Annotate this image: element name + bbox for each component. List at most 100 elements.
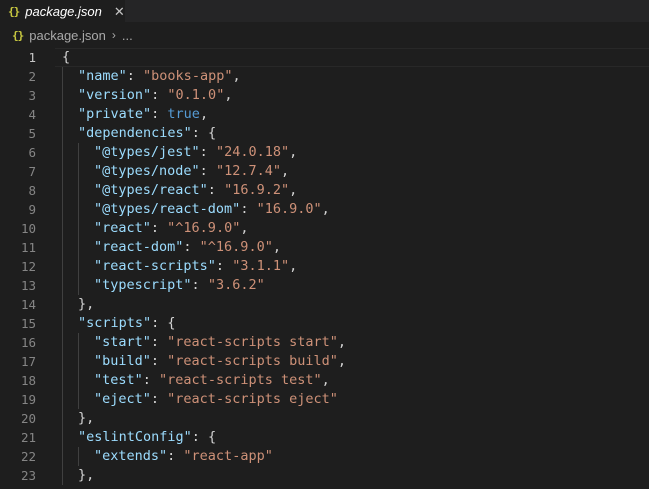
indent-guide — [62, 124, 63, 143]
json-string: "24.0.18" — [215, 144, 290, 160]
json-punctuation: : — [150, 220, 168, 236]
line-number: 7 — [28, 164, 36, 179]
json-string: "react-scripts test" — [159, 372, 322, 388]
code-text: }, — [78, 466, 94, 485]
json-key: "react-scripts" — [94, 258, 216, 274]
json-key: "typescript" — [94, 277, 192, 293]
code-line[interactable]: 11 "react-dom": "^16.9.0", — [0, 238, 649, 257]
json-punctuation: : — [126, 68, 144, 84]
line-number: 10 — [20, 221, 36, 236]
json-key: "test" — [94, 372, 143, 388]
code-line[interactable]: 22 "extends": "react-app" — [0, 447, 649, 466]
code-text: "extends": "react-app" — [94, 447, 273, 466]
json-string: "react-app" — [183, 448, 273, 464]
json-punctuation: : — [151, 87, 168, 103]
code-line[interactable]: 8 "@types/react": "16.9.2", — [0, 181, 649, 200]
indent-guide — [62, 314, 63, 333]
code-text: "@types/node": "12.7.4", — [94, 162, 289, 181]
code-line[interactable]: 20}, — [0, 409, 649, 428]
indent-guide — [78, 447, 79, 466]
code-line[interactable]: 17 "build": "react-scripts build", — [0, 352, 649, 371]
code-line[interactable]: 4 "private": true, — [0, 105, 649, 124]
json-string: "3.1.1" — [232, 258, 290, 274]
json-punctuation: : — [199, 144, 216, 160]
json-punctuation: : — [151, 106, 168, 122]
json-punctuation: , — [337, 353, 346, 369]
code-line[interactable]: 13 "typescript": "3.6.2" — [0, 276, 649, 295]
code-line[interactable]: 3 "version": "0.1.0", — [0, 86, 649, 105]
close-icon[interactable]: ✕ — [114, 5, 125, 18]
code-line[interactable]: 16 "start": "react-scripts start", — [0, 333, 649, 352]
line-number: 13 — [20, 278, 36, 293]
indent-guide — [62, 238, 63, 257]
json-punctuation: , — [240, 220, 249, 236]
code-line[interactable]: 2 "name": "books-app", — [0, 67, 649, 86]
code-line[interactable]: 21 "eslintConfig": { — [0, 428, 649, 447]
indent-guide — [78, 200, 79, 219]
code-text: "react-scripts": "3.1.1", — [94, 257, 297, 276]
json-punctuation: : — [167, 448, 184, 464]
indent-guide — [62, 162, 63, 181]
json-boolean: true — [167, 106, 200, 122]
json-punctuation: : { — [191, 125, 217, 141]
code-line[interactable]: 1{ — [0, 48, 649, 67]
json-key: "private" — [78, 106, 152, 122]
breadcrumb-file[interactable]: package.json — [29, 28, 106, 43]
json-punctuation: , — [199, 106, 209, 122]
json-punctuation: , — [289, 182, 298, 198]
indent-guide — [78, 257, 79, 276]
code-line[interactable]: 9 "@types/react-dom": "16.9.0", — [0, 200, 649, 219]
json-punctuation: , — [337, 334, 346, 350]
line-number: 6 — [28, 145, 36, 160]
line-number: 15 — [20, 316, 36, 331]
code-text: "@types/jest": "24.0.18", — [94, 143, 297, 162]
indent-guide — [62, 276, 63, 295]
indent-guide — [62, 447, 63, 466]
line-number: 4 — [28, 107, 36, 122]
json-string: "react-scripts start" — [167, 334, 338, 350]
tab-bar: {} package.json ✕ — [0, 0, 649, 22]
code-line[interactable]: 5 "dependencies": { — [0, 124, 649, 143]
json-punctuation: : { — [151, 315, 176, 331]
line-number: 18 — [20, 373, 36, 388]
tab-package-json[interactable]: {} package.json ✕ — [0, 0, 125, 22]
indent-guide — [78, 238, 79, 257]
json-key: "eslintConfig" — [78, 429, 192, 445]
breadcrumb-symbols[interactable]: ... — [122, 28, 133, 43]
code-line[interactable]: 7 "@types/node": "12.7.4", — [0, 162, 649, 181]
json-punctuation: : — [191, 277, 208, 293]
code-line[interactable]: 23}, — [0, 466, 649, 485]
indent-guide — [62, 143, 63, 162]
json-icon: {} — [8, 4, 20, 18]
code-line[interactable]: 6 "@types/jest": "24.0.18", — [0, 143, 649, 162]
json-punctuation: , — [289, 258, 298, 274]
code-line[interactable]: 15 "scripts": { — [0, 314, 649, 333]
indent-guide — [62, 219, 63, 238]
json-punctuation: , — [289, 144, 298, 160]
indent-guide — [78, 352, 79, 371]
json-key: "eject" — [94, 391, 151, 407]
json-punctuation: , — [224, 87, 233, 103]
indent-guide — [78, 390, 79, 409]
json-punctuation: , — [232, 68, 241, 84]
code-line[interactable]: 12 "react-scripts": "3.1.1", — [0, 257, 649, 276]
json-punctuation: : — [215, 258, 233, 274]
json-punctuation: : — [240, 201, 257, 217]
json-string: "16.9.2" — [224, 182, 290, 198]
code-text: "start": "react-scripts start", — [94, 333, 346, 352]
code-text: "test": "react-scripts test", — [94, 371, 330, 390]
code-text: "@types/react-dom": "16.9.0", — [94, 200, 330, 219]
code-line[interactable]: 19 "eject": "react-scripts eject" — [0, 390, 649, 409]
indent-guide — [78, 162, 79, 181]
json-key: "react" — [94, 220, 151, 236]
line-number: 19 — [20, 392, 36, 407]
code-line[interactable]: 10 "react": "^16.9.0", — [0, 219, 649, 238]
line-number: 5 — [28, 126, 36, 141]
indent-guide — [62, 295, 63, 314]
indent-guide — [62, 105, 63, 124]
json-key: "@types/react" — [94, 182, 208, 198]
json-punctuation: : { — [191, 429, 217, 445]
code-line[interactable]: 18 "test": "react-scripts test", — [0, 371, 649, 390]
code-editor[interactable]: 1{2 "name": "books-app", 3 "version": "0.1.… — [0, 48, 649, 489]
code-line[interactable]: 14}, — [0, 295, 649, 314]
